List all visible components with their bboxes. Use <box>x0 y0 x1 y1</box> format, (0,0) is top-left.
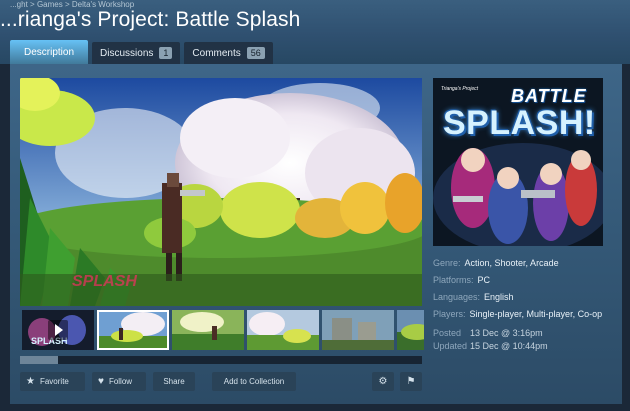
platforms-values[interactable]: PC <box>478 275 491 285</box>
thumbnail-screenshot-selected[interactable] <box>97 310 169 350</box>
scrollbar-handle[interactable] <box>20 356 58 364</box>
platforms-label: Platforms: <box>433 274 474 285</box>
thumbnail-screenshot[interactable] <box>247 310 319 350</box>
thumbnail-image <box>172 310 244 350</box>
thumbnail-video[interactable]: SPLASH <box>22 310 94 350</box>
main-screenshot[interactable]: SPLASH <box>20 78 422 306</box>
genre-values[interactable]: Action, Shooter, Arcade <box>465 258 559 268</box>
cover-subtitle: Trianga's Project <box>441 86 478 92</box>
genre-row: Genre: Action, Shooter, Arcade <box>433 254 623 271</box>
tab-label: Description <box>24 46 75 58</box>
languages-row: Languages: English <box>433 288 623 305</box>
languages-label: Languages: <box>433 291 481 302</box>
tab-discussions[interactable]: Discussions 1 <box>92 42 181 64</box>
thumbnail-strip: SPLASH <box>22 310 424 350</box>
platforms-row: Platforms: PC <box>433 271 623 288</box>
cover-art: Trianga's Project BATTLE SPLASH! <box>433 78 603 246</box>
item-panel: SPLASH SPLASH ★ Favorite ♥ Follow Share … <box>10 64 622 404</box>
thumbnail-screenshot[interactable] <box>172 310 244 350</box>
add-collection-label: Add to Collection <box>223 377 285 386</box>
updated-value: 15 Dec @ 10:44pm <box>470 340 548 351</box>
screenshot-image: SPLASH <box>20 78 422 306</box>
tab-comments[interactable]: Comments 56 <box>184 42 273 64</box>
tab-label: Comments <box>192 47 241 59</box>
tab-description[interactable]: Description <box>10 40 89 64</box>
settings-button[interactable]: ⚙ <box>372 372 394 391</box>
report-button[interactable]: ⚑ <box>400 372 422 391</box>
follow-label: Follow <box>108 377 133 386</box>
cover-splash-text: SPLASH! <box>443 104 596 142</box>
genre-label: Genre: <box>433 257 461 268</box>
flag-icon: ⚑ <box>406 376 416 387</box>
discussions-count-badge: 1 <box>159 47 173 59</box>
languages-values[interactable]: English <box>484 292 514 302</box>
thumbnail-image <box>397 310 424 350</box>
comments-count-badge: 56 <box>246 47 265 59</box>
players-values[interactable]: Single-player, Multi-player, Co-op <box>470 309 603 319</box>
posted-value: 13 Dec @ 3:16pm <box>470 327 543 338</box>
item-details: Genre: Action, Shooter, Arcade Platforms… <box>433 254 623 322</box>
star-icon: ★ <box>26 376 35 387</box>
action-bar: ★ Favorite ♥ Follow Share Add to Collect… <box>20 372 424 392</box>
share-button[interactable]: Share <box>153 372 195 391</box>
thumbnail-scrollbar[interactable] <box>20 356 422 364</box>
add-to-collection-button[interactable]: Add to Collection <box>212 372 296 391</box>
tab-bar: Description Discussions 1 Comments 56 <box>10 40 277 64</box>
item-dates: Posted 13 Dec @ 3:16pm Updated 15 Dec @ … <box>433 326 548 352</box>
thumbnail-image <box>97 310 169 350</box>
heart-plus-icon: ♥ <box>98 376 104 387</box>
thumbnail-image <box>247 310 319 350</box>
posted-row: Posted 13 Dec @ 3:16pm <box>433 326 548 339</box>
favorite-button[interactable]: ★ Favorite <box>20 372 85 391</box>
thumbnail-image <box>322 310 394 350</box>
share-label: Share <box>163 377 185 386</box>
thumbnail-screenshot[interactable] <box>322 310 394 350</box>
svg-text:SPLASH: SPLASH <box>72 273 137 290</box>
thumbnail-screenshot[interactable] <box>397 310 424 350</box>
players-row: Players: Single-player, Multi-player, Co… <box>433 305 623 322</box>
follow-button[interactable]: ♥ Follow <box>92 372 146 391</box>
posted-label: Posted <box>433 327 462 338</box>
updated-row: Updated 15 Dec @ 10:44pm <box>433 339 548 352</box>
tab-label: Discussions <box>100 47 154 59</box>
updated-label: Updated <box>433 340 468 351</box>
play-icon <box>48 320 68 340</box>
gear-icon: ⚙ <box>378 376 388 387</box>
page-title: ...rianga's Project: Battle Splash <box>0 8 301 31</box>
players-label: Players: <box>433 308 466 319</box>
favorite-label: Favorite <box>39 377 69 386</box>
